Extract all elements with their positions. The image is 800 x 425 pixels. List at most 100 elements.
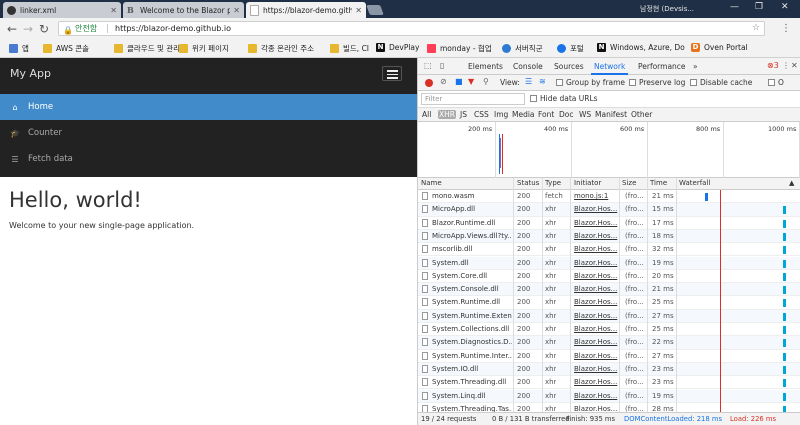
col-waterfall[interactable]: Waterfall	[679, 179, 710, 187]
request-name[interactable]: mono.wasm	[432, 192, 512, 200]
bookmark-oven-portal[interactable]: D Oven Portal	[691, 43, 748, 52]
table-row[interactable]: System.dll 200 xhr Blazor.Hos... (fro... 19 m…	[418, 256, 800, 270]
request-initiator[interactable]: Blazor.Hos...	[574, 232, 618, 240]
table-row[interactable]: MicroApp.Views.dll?ty... 200 xhr Blazor.Hos…	[418, 229, 800, 244]
col-name[interactable]: Name	[421, 179, 442, 187]
request-initiator[interactable]: Blazor.Hos...	[574, 298, 618, 306]
request-initiator[interactable]: Blazor.Hos...	[574, 352, 618, 360]
browser-menu-icon[interactable]: ⋮	[781, 23, 791, 34]
bookmark-monday[interactable]: monday - 협업	[427, 43, 492, 54]
minimize-icon[interactable]: —	[730, 2, 739, 12]
type-css[interactable]: CSS	[473, 110, 490, 119]
waterfall-view-icon[interactable]: ≋	[539, 77, 546, 86]
search-icon[interactable]: ⚲	[483, 77, 489, 86]
request-name[interactable]: System.Runtime.Exten...	[432, 312, 512, 320]
bookmark-windows-azure[interactable]: N Windows, Azure, Do	[597, 43, 685, 52]
table-row[interactable]: Blazor.Runtime.dll 200 xhr Blazor.Hos... (fr…	[418, 217, 800, 230]
request-initiator[interactable]: mono.js:1	[574, 192, 618, 200]
group-by-frame-checkbox[interactable]	[556, 79, 563, 86]
filter-icon[interactable]: ▼	[468, 77, 474, 86]
request-initiator[interactable]: Blazor.Hos...	[574, 272, 618, 280]
type-media[interactable]: Media	[511, 110, 536, 119]
request-name[interactable]: System.Runtime.dll	[432, 298, 512, 306]
nav-item-counter[interactable]: 🎓 Counter	[0, 120, 417, 146]
bookmark-folder[interactable]: 위키 페이지	[179, 43, 229, 54]
maximize-icon[interactable]: ❐	[755, 2, 763, 12]
type-xhr[interactable]: XHR	[438, 110, 456, 119]
type-manifest[interactable]: Manifest	[594, 110, 628, 119]
devtools-menu-icon[interactable]: ⋮	[782, 61, 790, 70]
table-row[interactable]: mono.wasm 200 fetch mono.js:1 (fro... 21 ms	[418, 190, 800, 204]
request-initiator[interactable]: Blazor.Hos...	[574, 285, 618, 293]
more-tabs-icon[interactable]: »	[693, 62, 698, 71]
close-window-icon[interactable]: ✕	[781, 2, 789, 12]
forward-icon[interactable]: →	[23, 22, 33, 36]
request-name[interactable]: System.Linq.dll	[432, 392, 512, 400]
app-title[interactable]: My App	[10, 67, 51, 80]
network-overview[interactable]: 200 ms 400 ms 600 ms 800 ms 1000 ms	[418, 122, 800, 178]
bookmark-server[interactable]: 서버직군	[502, 43, 543, 54]
request-initiator[interactable]: Blazor.Hos...	[574, 365, 618, 373]
table-row[interactable]: System.Runtime.Exten... 200 xhr Blazor.Hos.…	[418, 309, 800, 323]
col-size[interactable]: Size	[622, 179, 636, 187]
table-row[interactable]: mscorlib.dll 200 xhr Blazor.Hos... (fro... 32…	[418, 243, 800, 257]
nav-item-home[interactable]: ⌂ Home	[0, 94, 417, 120]
request-initiator[interactable]: Blazor.Hos...	[574, 312, 618, 320]
request-name[interactable]: mscorlib.dll	[432, 245, 512, 253]
request-initiator[interactable]: Blazor.Hos...	[574, 245, 618, 253]
clear-icon[interactable]: ⊘	[440, 77, 447, 86]
browser-tab-linker[interactable]: linker.xml ✕	[3, 2, 121, 18]
bookmark-portal[interactable]: 포털	[557, 43, 584, 54]
tab-network[interactable]: Network	[590, 62, 629, 75]
request-name[interactable]: System.Runtime.Inter...	[432, 352, 512, 360]
request-name[interactable]: System.Console.dll	[432, 285, 512, 293]
col-time[interactable]: Time	[650, 179, 667, 187]
table-row[interactable]: System.Threading.dll 200 xhr Blazor.Hos... (…	[418, 376, 800, 390]
request-name[interactable]: System.Core.dll	[432, 272, 512, 280]
request-name[interactable]: System.Threading.dll	[432, 378, 512, 386]
request-initiator[interactable]: Blazor.Hos...	[574, 259, 618, 267]
request-name[interactable]: System.Collections.dll	[432, 325, 512, 333]
request-name[interactable]: System.dll	[432, 259, 512, 267]
close-icon[interactable]: ✕	[355, 6, 362, 15]
tab-performance[interactable]: Performance	[638, 62, 686, 71]
type-doc[interactable]: Doc	[558, 110, 575, 119]
filter-input[interactable]: Filter	[421, 93, 525, 105]
disable-cache-checkbox[interactable]	[690, 79, 697, 86]
profile-name[interactable]: 남정현 (Devsis...	[640, 4, 694, 14]
close-icon[interactable]: ✕	[233, 6, 240, 15]
hamburger-menu-button[interactable]	[382, 66, 402, 81]
new-tab-button[interactable]	[366, 5, 384, 15]
error-count-badge[interactable]: ⊗3	[767, 61, 779, 70]
type-all[interactable]: All	[421, 110, 432, 119]
browser-tab-blazor-demo[interactable]: https://blazor-demo.githu ✕	[246, 2, 366, 18]
url-text[interactable]: https://blazor-demo.github.io	[115, 22, 231, 35]
col-status[interactable]: Status	[517, 179, 539, 187]
tab-sources[interactable]: Sources	[554, 62, 584, 71]
type-ws[interactable]: WS	[578, 110, 592, 119]
table-row[interactable]: System.Runtime.Inter... 200 xhr Blazor.Hos.…	[418, 350, 800, 363]
request-initiator[interactable]: Blazor.Hos...	[574, 338, 618, 346]
bookmark-folder[interactable]: 클라우드 및 관리	[114, 43, 180, 54]
request-initiator[interactable]: Blazor.Hos...	[574, 205, 618, 213]
table-row[interactable]: System.Console.dll 200 xhr Blazor.Hos... (fr…	[418, 283, 800, 297]
tab-elements[interactable]: Elements	[468, 62, 503, 71]
bookmark-folder[interactable]: 빌드, CI	[330, 43, 369, 54]
device-toolbar-icon[interactable]: ▯	[440, 61, 444, 70]
bookmark-folder[interactable]: 각종 온라인 주소	[248, 43, 314, 54]
request-name[interactable]: System.Diagnostics.D...	[432, 338, 512, 346]
back-icon[interactable]: ←	[7, 22, 17, 36]
sort-ascending-icon[interactable]: ▲	[789, 179, 794, 187]
star-icon[interactable]: ☆	[752, 22, 760, 35]
table-row[interactable]: System.Runtime.dll 200 xhr Blazor.Hos... (fr…	[418, 296, 800, 310]
table-row[interactable]: System.Collections.dll 200 xhr Blazor.Hos..…	[418, 323, 800, 337]
request-initiator[interactable]: Blazor.Hos...	[574, 378, 618, 386]
nav-item-fetch-data[interactable]: ☰ Fetch data	[0, 146, 417, 172]
request-name[interactable]: MicroApp.dll	[432, 205, 512, 213]
request-initiator[interactable]: Blazor.Hos...	[574, 392, 618, 400]
inspect-element-icon[interactable]: ⬚	[424, 61, 432, 70]
browser-tab-blazor-welcome[interactable]: B Welcome to the Blazor p ✕	[123, 2, 244, 18]
table-row[interactable]: System.Core.dll 200 xhr Blazor.Hos... (fro..…	[418, 270, 800, 284]
request-name[interactable]: System.IO.dll	[432, 365, 512, 373]
offline-checkbox[interactable]	[768, 79, 775, 86]
